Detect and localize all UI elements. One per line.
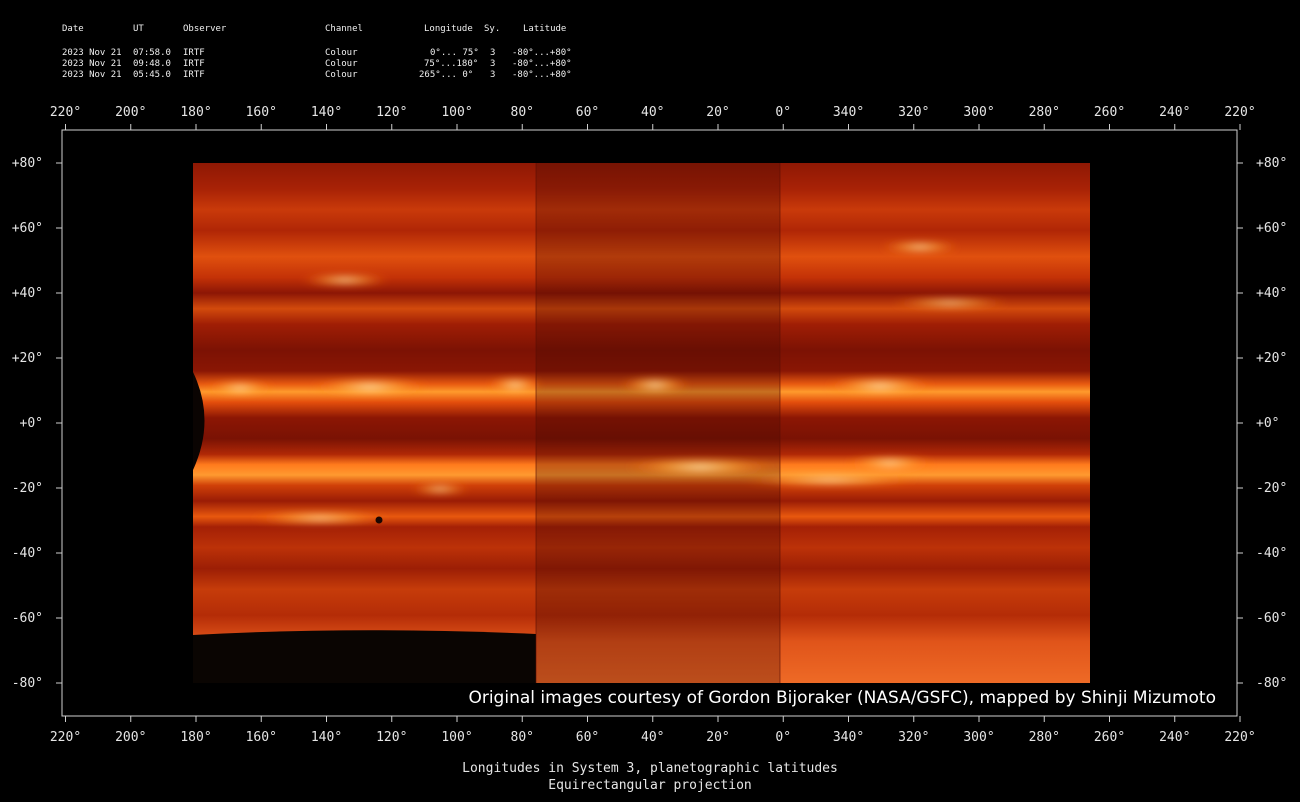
longitude-label-top: 100° [441, 105, 472, 120]
latitude-label-left: +20° [12, 351, 43, 366]
latitude-label-left: -40° [12, 546, 43, 561]
footer-line-1: Longitudes in System 3, planetographic l… [462, 761, 838, 776]
longitude-label-bottom: 340° [833, 730, 864, 745]
latitude-label-left: +0° [20, 416, 43, 431]
longitude-label-bottom: 220° [50, 730, 81, 745]
moon-shadow [375, 516, 383, 524]
longitude-label-top: 320° [898, 105, 929, 120]
latitude-label-left: -20° [12, 481, 43, 496]
longitude-label-bottom: 20° [706, 730, 729, 745]
longitude-label-top: 220° [1224, 105, 1255, 120]
footer-line-2: Equirectangular projection [548, 778, 752, 793]
longitude-label-top: 40° [641, 105, 664, 120]
longitude-label-bottom: 180° [180, 730, 211, 745]
longitude-label-top: 220° [50, 105, 81, 120]
longitude-label-bottom: 60° [576, 730, 599, 745]
latitude-label-right: +40° [1256, 286, 1287, 301]
jupiter-mosaic [193, 163, 1090, 683]
longitude-label-bottom: 300° [963, 730, 994, 745]
longitude-label-top: 20° [706, 105, 729, 120]
longitude-label-bottom: 100° [441, 730, 472, 745]
longitude-label-bottom: 280° [1029, 730, 1060, 745]
longitude-label-bottom: 260° [1094, 730, 1125, 745]
latitude-label-left: +80° [12, 156, 43, 171]
latitude-label-left: -80° [12, 676, 43, 691]
longitude-label-bottom: 0° [775, 730, 791, 745]
latitude-label-left: +40° [12, 286, 43, 301]
longitude-label-top: 140° [311, 105, 342, 120]
longitude-label-bottom: 120° [376, 730, 407, 745]
longitude-label-top: 0° [775, 105, 791, 120]
latitude-label-left: -60° [12, 611, 43, 626]
dark-polar-region [193, 630, 536, 683]
longitude-label-top: 280° [1029, 105, 1060, 120]
map-figure: Original images courtesy of Gordon Bijor… [12, 105, 1288, 745]
longitude-label-bottom: 320° [898, 730, 929, 745]
longitude-label-bottom: 220° [1224, 730, 1255, 745]
longitude-label-top: 340° [833, 105, 864, 120]
longitude-label-top: 60° [576, 105, 599, 120]
longitude-label-bottom: 80° [511, 730, 534, 745]
longitude-label-top: 240° [1159, 105, 1190, 120]
longitude-label-top: 120° [376, 105, 407, 120]
longitude-label-top: 260° [1094, 105, 1125, 120]
longitude-label-top: 200° [115, 105, 146, 120]
latitude-label-right: -60° [1256, 611, 1287, 626]
latitude-label-right: -40° [1256, 546, 1287, 561]
latitude-label-right: +0° [1256, 416, 1279, 431]
longitude-label-bottom: 160° [246, 730, 277, 745]
longitude-label-bottom: 40° [641, 730, 664, 745]
longitude-label-bottom: 140° [311, 730, 342, 745]
latitude-label-right: +80° [1256, 156, 1287, 171]
latitude-label-right: -20° [1256, 481, 1287, 496]
longitude-label-top: 180° [180, 105, 211, 120]
latitude-label-left: +60° [12, 221, 43, 236]
tile-middle [536, 163, 780, 683]
latitude-label-right: +20° [1256, 351, 1287, 366]
latitude-label-right: +60° [1256, 221, 1287, 236]
image-credit: Original images courtesy of Gordon Bijor… [468, 688, 1216, 708]
longitude-label-top: 80° [511, 105, 534, 120]
longitude-label-bottom: 200° [115, 730, 146, 745]
latitude-label-right: -80° [1256, 676, 1287, 691]
longitude-label-top: 300° [963, 105, 994, 120]
longitude-label-bottom: 240° [1159, 730, 1190, 745]
longitude-label-top: 160° [246, 105, 277, 120]
